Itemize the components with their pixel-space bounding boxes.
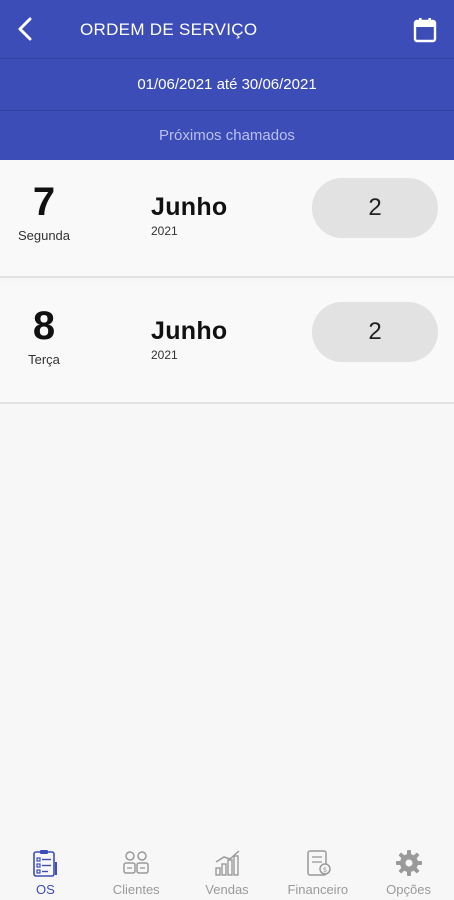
tab-opcoes[interactable]: Opções [363,838,454,900]
back-button[interactable] [12,14,38,44]
tab-label: Clientes [112,882,160,897]
day-number: 8 [32,304,56,348]
day-number: 7 [32,180,56,224]
month-label: Junho [151,317,228,345]
list-item[interactable]: 7 Segunda Junho 2021 2 [0,160,454,278]
tab-label: OS [36,882,55,897]
svg-text:$: $ [323,866,327,874]
weekday-label: Segunda [17,228,71,243]
section-subtitle: Próximos chamados [159,127,295,144]
sales-chart-icon [215,850,240,876]
date-range[interactable]: 01/06/2021 até 30/06/2021 [0,59,454,111]
gear-icon [395,850,422,876]
tab-label: Financeiro [287,882,349,897]
weekday-label: Terça [28,352,60,367]
list-item[interactable]: 8 Terça Junho 2021 2 [0,284,454,404]
clients-icon [123,851,149,874]
calendar-button[interactable] [412,16,438,44]
tab-clientes[interactable]: Clientes [91,838,182,900]
month-label: Junho [151,193,228,221]
page-title: ORDEM DE SERVIÇO [80,20,258,39]
clipboard-icon [33,850,58,877]
tab-label: Opções [386,882,431,897]
year-label: 2021 [151,348,178,362]
year-label: 2021 [151,224,178,238]
chevron-left-icon [18,17,32,41]
finance-icon: $ [307,850,331,876]
top-bar: ORDEM DE SERVIÇO [0,0,454,59]
app-header: ORDEM DE SERVIÇO 01/06/2021 até 30/06/20… [0,0,454,160]
tab-os[interactable]: OS [0,838,91,900]
tab-financeiro[interactable]: $ Financeiro [272,838,363,900]
tab-label: Vendas [205,882,249,897]
count-badge[interactable]: 2 [312,178,438,238]
bottom-tab-bar: OS Clientes Vendas $ Financeiro Opções [0,838,454,900]
count-badge[interactable]: 2 [312,302,438,362]
calendar-icon [413,18,437,43]
tab-vendas[interactable]: Vendas [182,838,273,900]
appointments-list: 7 Segunda Junho 2021 2 8 Terça Junho 202… [0,160,454,410]
